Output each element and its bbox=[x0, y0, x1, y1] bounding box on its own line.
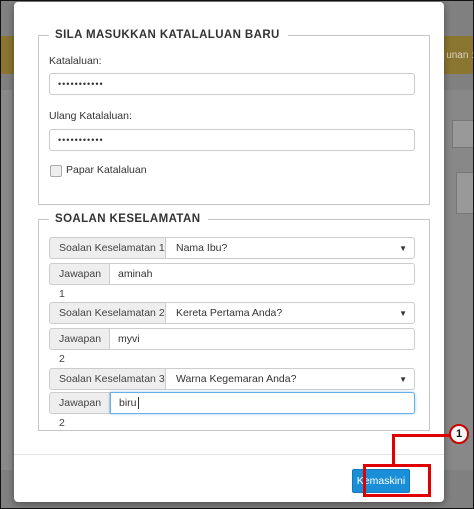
screenshot-frame bbox=[0, 0, 474, 509]
